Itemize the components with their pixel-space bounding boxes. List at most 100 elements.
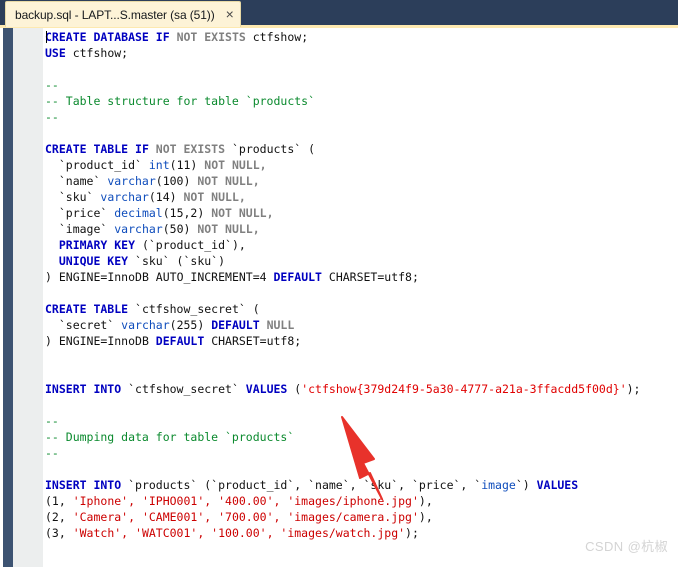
code-token: -- [45,110,59,124]
code-token: USE [45,46,73,60]
code-token: NOT NULL, [183,190,246,204]
code-token: (14) [148,190,184,204]
code-line: `product_id` int(11) NOT NULL, [45,157,640,173]
code-token: `price` [45,206,115,220]
code-token: -- [45,78,59,92]
code-token: CREATE TABLE [45,302,136,316]
code-text-area[interactable]: CREATE DATABASE IF NOT EXISTS ctfshow; US… [43,28,678,567]
csdn-watermark: CSDN @杭椒 [585,539,668,554]
code-token: (2, [45,510,73,524]
code-token: varchar [121,318,170,332]
code-token: varchar [100,190,149,204]
code-line: `name` varchar(100) NOT NULL, [45,173,640,189]
code-token: (255) [169,318,212,332]
code-line: (1, 'Iphone', 'IPHO001', '400.00', 'imag… [45,493,640,509]
document-tab-label: backup.sql - LAPT...S.master (sa (51)) [15,7,215,22]
code-token: `products` ( [231,142,316,156]
code-token: (100) [155,174,198,188]
code-token: (50) [162,222,198,236]
code-line: -- [45,109,640,125]
code-token: -- [45,414,59,428]
code-token: ENGINE=InnoDB [58,334,156,348]
code-token: VALUES [536,478,579,492]
code-token: ENGINE [58,270,101,284]
code-token: `product_id` [45,158,149,172]
code-token: CHARSET=utf8; [328,270,419,284]
code-token: ctfshow; [252,30,309,44]
code-token: NOT NULL, [197,222,260,236]
code-token: ); [405,526,419,540]
code-line: CREATE TABLE `ctfshow_secret` ( [45,301,640,317]
code-token: ), [418,494,433,508]
code-token: varchar [114,222,163,236]
code-token: IF [155,30,177,44]
code-line: -- [45,413,640,429]
code-line: -- Table structure for table `products` [45,93,640,109]
code-token: UNIQUE KEY [45,254,136,268]
code-line: `sku` varchar(14) NOT NULL, [45,189,640,205]
code-token: 'Camera', 'CAME001', '700.00', 'images/c… [72,510,419,524]
code-token: (15,2) [162,206,212,220]
code-token: INSERT INTO [45,478,129,492]
code-token: `secret` [45,318,122,332]
code-token: NOT NULL, [197,174,260,188]
code-line: `price` decimal(15,2) NOT NULL, [45,205,640,221]
code-token: NOT NULL, [204,158,267,172]
document-tab-backup-sql[interactable]: backup.sql - LAPT...S.master (sa (51)) × [5,1,241,27]
code-token: -- Table structure for table `products` [45,94,316,108]
code-line: CREATE DATABASE IF NOT EXISTS ctfshow; [45,29,640,45]
code-token: NOT EXISTS [176,30,253,44]
code-token: `name` [45,174,108,188]
code-token: `) [515,478,537,492]
code-token: -- [45,446,59,460]
code-token: image [481,478,516,492]
text-caret [46,31,47,43]
code-line: INSERT INTO `products` (`product_id`, `n… [45,477,640,493]
code-token: `sku` [45,190,101,204]
code-token: NOT NULL, [211,206,274,220]
code-token: decimal [114,206,163,220]
code-token: PRIMARY KEY [45,238,142,252]
code-line: PRIMARY KEY (`product_id`), [45,237,640,253]
code-line: (2, 'Camera', 'CAME001', '700.00', 'imag… [45,509,640,525]
code-token: 'Watch', 'WATC001', '100.00', 'images/wa… [72,526,406,540]
code-token: varchar [107,174,156,188]
close-icon[interactable]: × [226,7,234,23]
code-line: -- [45,77,640,93]
code-token: `ctfshow_secret` ( [135,302,260,316]
code-token: int [148,158,170,172]
code-token: NOT EXISTS [155,142,232,156]
code-token: ) [45,270,59,284]
code-token: =InnoDB AUTO_INCREMENT=4 [100,270,274,284]
code-token: CREATE DATABASE [45,30,156,44]
code-token: ); [626,382,641,396]
code-line: ) ENGINE=InnoDB AUTO_INCREMENT=4 DEFAULT… [45,269,640,285]
code-token: (`product_id`), [141,238,246,252]
code-token: (11) [169,158,205,172]
code-token: (1, [45,494,73,508]
code-line: CREATE TABLE IF NOT EXISTS `products` ( [45,141,640,157]
code-token: `sku` (`sku`) [135,254,226,268]
code-line: INSERT INTO `ctfshow_secret` VALUES ('ct… [45,381,640,397]
sql-code-block: CREATE DATABASE IF NOT EXISTS ctfshow; US… [45,29,640,541]
code-token: ctfshow; [72,46,129,60]
code-token: ), [418,510,433,524]
code-line: `image` varchar(50) NOT NULL, [45,221,640,237]
code-token: 'Iphone', 'IPHO001', '400.00', 'images/i… [72,494,419,508]
code-token: CHARSET=utf8; [211,334,302,348]
editor-gutter[interactable] [13,28,43,567]
code-token: NULL [266,318,295,332]
code-token: IF [135,142,156,156]
code-token: CREATE TABLE [45,142,136,156]
code-line: -- Dumping data for table `products` [45,429,640,445]
code-line: UNIQUE KEY `sku` (`sku`) [45,253,640,269]
code-token: `ctfshow_secret` [128,382,246,396]
code-line: `secret` varchar(255) DEFAULT NULL [45,317,640,333]
code-line: USE ctfshow; [45,45,640,61]
